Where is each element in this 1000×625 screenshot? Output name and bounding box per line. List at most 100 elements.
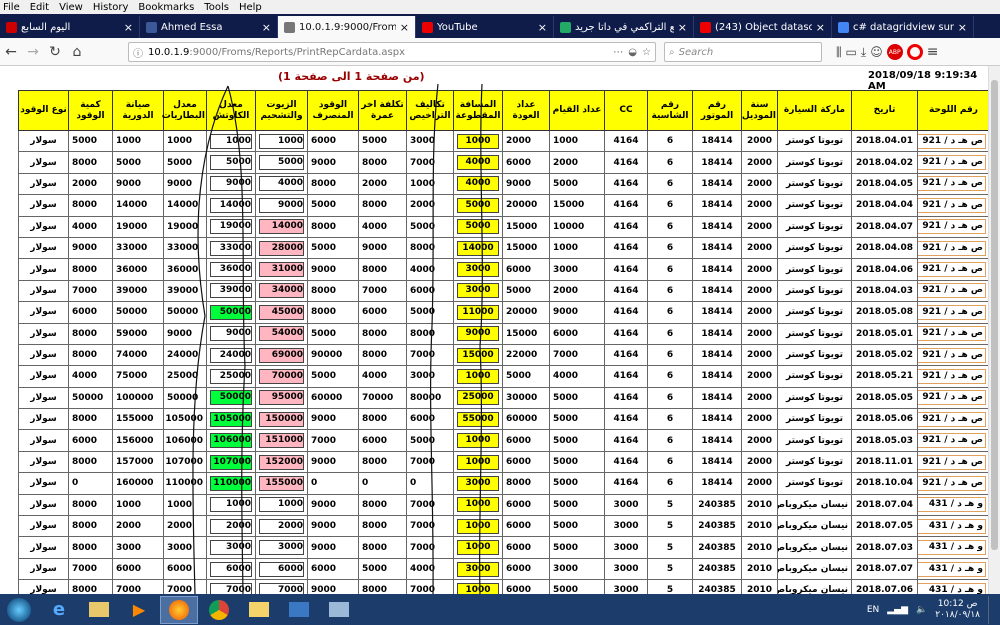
tab-6[interactable]: c# datagridview sum cells × — [832, 16, 974, 38]
cell: 39000 — [112, 279, 164, 303]
download-icon[interactable]: ⤓ — [861, 45, 866, 60]
scroll-thumb[interactable] — [991, 80, 998, 550]
cell: تويوتا كوستر — [777, 258, 852, 281]
cell: 18414 — [692, 301, 742, 324]
menu-help[interactable]: Help — [239, 2, 262, 13]
oils-value: 34000 — [259, 283, 304, 299]
outlook-icon[interactable] — [240, 596, 278, 624]
tab-2[interactable]: 10.0.1.9:9000/Froms/Reports/P × — [278, 16, 416, 38]
explorer-icon[interactable] — [80, 596, 118, 624]
tires-value: 25000 — [210, 368, 252, 384]
cell: 150000 — [255, 408, 308, 431]
close-icon[interactable]: × — [124, 21, 133, 34]
clock-time[interactable]: 10:12 ص — [935, 599, 980, 610]
show-desktop-button[interactable] — [988, 595, 996, 624]
close-icon[interactable]: × — [958, 21, 967, 34]
cell: 8000 — [68, 408, 113, 431]
cell: 6000 — [502, 515, 550, 538]
page-content: (من صفحة 1 الى صفحة 1) 2018/09/18 9:19:3… — [0, 66, 988, 594]
cell: 1000 — [206, 493, 256, 517]
tab-4[interactable]: التجميع التراكمي في داتا جريد × — [554, 16, 694, 38]
tires-value: 36000 — [210, 262, 252, 278]
cell: ص هـ د / 921 — [917, 236, 988, 260]
menu-view[interactable]: View — [59, 2, 83, 13]
adblock-icon[interactable]: ABP — [886, 44, 903, 60]
home-icon[interactable]: ⌂ — [66, 41, 88, 63]
tab-0[interactable]: اليوم السابع × — [0, 16, 140, 38]
close-icon[interactable]: × — [816, 21, 825, 34]
cell: 6000 — [502, 151, 550, 174]
cell: و هـ د / 431 — [917, 579, 988, 594]
tires-value: 1000 — [210, 497, 252, 513]
search-bar[interactable]: ⌕ Search — [664, 42, 822, 62]
cell: 74000 — [112, 343, 164, 367]
page-actions-icon[interactable]: ⋯ — [613, 47, 623, 58]
pocket-icon[interactable]: ◒ — [628, 47, 637, 58]
cell: سولار — [18, 557, 69, 581]
remote-desktop-icon[interactable] — [280, 596, 318, 624]
plate-number: ص هـ د / 921 — [918, 219, 986, 235]
column-header: رقم اللوحة — [917, 90, 988, 131]
close-icon[interactable]: × — [262, 21, 271, 34]
column-header: نوع الوقود — [18, 90, 69, 131]
oils-value: 5000 — [259, 155, 304, 171]
cell: 110000 — [163, 472, 207, 495]
cell: 7000 — [406, 515, 454, 538]
ie-icon[interactable]: e — [40, 596, 78, 624]
reload-icon[interactable]: ↻ — [44, 41, 66, 63]
menu-history[interactable]: History — [93, 2, 129, 13]
plate-number: ص هـ د / 921 — [918, 411, 986, 427]
network-icon[interactable]: ▂▄▆ — [887, 605, 908, 615]
language-indicator[interactable]: EN — [867, 605, 879, 615]
menu-edit[interactable]: Edit — [30, 2, 49, 13]
tab-5[interactable]: (243) Object datasource in × — [694, 16, 832, 38]
cell: 7000 — [255, 579, 308, 594]
back-icon[interactable]: ← — [0, 41, 22, 63]
tab-3[interactable]: YouTube × — [416, 16, 554, 38]
cell: 6000 — [255, 557, 308, 581]
menu-icon[interactable]: ≡ — [927, 44, 939, 60]
volume-icon[interactable]: 🔈 — [916, 605, 927, 615]
sidebar-icon[interactable]: ▭ — [846, 45, 857, 59]
menu-bookmarks[interactable]: Bookmarks — [138, 2, 194, 13]
vertical-scrollbar[interactable] — [988, 66, 1000, 594]
cell: 1000 — [453, 493, 503, 517]
distance-value: 1000 — [457, 582, 499, 594]
plate-number: ص هـ د / 921 — [918, 240, 986, 256]
table-row: 10ص هـ د / 9212018.05.01تويوتا كوستر2000… — [18, 322, 988, 345]
start-button[interactable] — [0, 596, 38, 624]
close-icon[interactable]: × — [400, 21, 409, 34]
cell: 1000 — [406, 172, 454, 196]
visual-studio-icon[interactable] — [320, 596, 358, 624]
clock-date[interactable]: ٢٠١٨/٠٩/١٨ — [935, 610, 980, 621]
chrome-icon[interactable] — [200, 596, 238, 624]
opera-icon[interactable] — [906, 44, 923, 60]
url-bar[interactable]: ⓘ 10.0.1.9:9000/Froms/Reports/PrintRepCa… — [128, 42, 656, 62]
cell: 5000 — [549, 450, 605, 474]
cell: 9000 — [358, 236, 407, 260]
cell: تويوتا كوستر — [777, 429, 852, 452]
cell: 5000 — [307, 365, 359, 388]
menu-file[interactable]: File — [3, 2, 20, 13]
bookmark-star-icon[interactable]: ☆ — [642, 47, 651, 58]
cell: 1000 — [163, 493, 207, 517]
cell: 4164 — [604, 194, 648, 217]
cell: 15000 — [502, 236, 550, 260]
cell: 2000 — [741, 365, 778, 388]
cell: 69000 — [255, 343, 308, 367]
oils-value: 28000 — [259, 240, 304, 256]
firefox-icon[interactable] — [160, 595, 198, 624]
library-icon[interactable]: ⫼ — [836, 45, 842, 60]
forward-icon[interactable]: → — [22, 41, 44, 63]
close-icon[interactable]: × — [538, 21, 547, 34]
menu-tools[interactable]: Tools — [204, 2, 229, 13]
info-icon[interactable]: ⓘ — [133, 45, 143, 60]
table-row: 17ص هـ د / 9212018.10.04تويوتا كوستر2000… — [18, 472, 988, 495]
account-icon[interactable]: ☺ — [870, 45, 883, 59]
tab-1[interactable]: Ahmed Essa × — [140, 16, 278, 38]
media-player-icon[interactable]: ▶ — [120, 596, 158, 624]
table-row: 20و هـ د / 4312018.07.03نيسان ميكروباص20… — [18, 536, 988, 559]
close-icon[interactable]: × — [678, 21, 687, 34]
cell: 50000 — [163, 386, 207, 410]
cell: 6000 — [206, 557, 256, 581]
